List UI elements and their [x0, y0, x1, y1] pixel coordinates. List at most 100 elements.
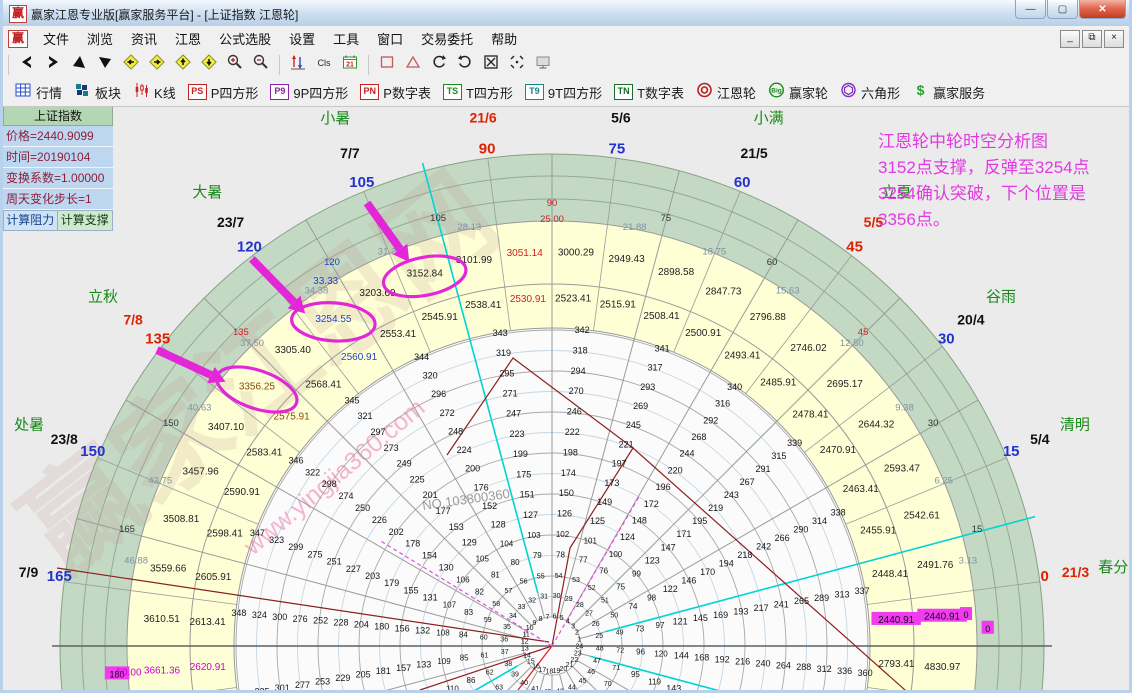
svg-text:168: 168 [694, 652, 709, 662]
svg-text:195: 195 [692, 516, 707, 526]
svg-text:50: 50 [610, 613, 618, 620]
title-bar[interactable]: 赢 赢家江恩专业版[赢家服务平台] - [上证指数 江恩轮] — ▢ ✕ [0, 0, 1132, 27]
svg-text:3305.40: 3305.40 [275, 345, 312, 356]
calc-resistance-button[interactable]: 计算阻力 [3, 210, 58, 231]
view-button-P四方形[interactable]: PSP四方形 [188, 80, 259, 104]
svg-text:222: 222 [565, 427, 580, 437]
triangle-up-button[interactable] [67, 54, 91, 76]
view-button-P数字表[interactable]: PNP数字表 [360, 80, 431, 104]
svg-text:71: 71 [612, 665, 620, 672]
diamond-arrow-left-button[interactable] [119, 54, 143, 76]
cls-button[interactable]: Cls [312, 54, 336, 76]
toolbar-separator [8, 55, 9, 75]
display-button[interactable] [531, 54, 555, 76]
view-button-板块[interactable]: 板块 [74, 80, 121, 104]
svg-text:7/8: 7/8 [123, 312, 143, 328]
svg-text:43.75: 43.75 [148, 476, 172, 487]
menu-item-8[interactable]: 交易委托 [412, 26, 482, 51]
menu-item-2[interactable]: 资讯 [122, 26, 166, 51]
svg-text:193: 193 [733, 606, 748, 616]
svg-text:292: 292 [703, 415, 718, 425]
view-button-T四方形[interactable]: TST四方形 [443, 80, 513, 104]
rotate-ccw-button[interactable] [427, 54, 451, 76]
mdi-controls: _ ⧉ × [1060, 30, 1124, 48]
svg-text:316: 316 [715, 399, 730, 409]
svg-text:273: 273 [384, 443, 399, 453]
svg-text:2695.17: 2695.17 [827, 379, 864, 390]
zoom-in-button[interactable] [223, 54, 247, 76]
fit-screen-button[interactable] [505, 54, 529, 76]
svg-text:220: 220 [668, 465, 683, 475]
svg-text:3661.36: 3661.36 [144, 665, 181, 676]
diamond-arrow-up-button[interactable] [171, 54, 195, 76]
svg-text:31: 31 [540, 594, 548, 601]
menu-item-5[interactable]: 设置 [280, 26, 324, 51]
svg-text:226: 226 [372, 515, 387, 525]
view-button-江恩轮[interactable]: 江恩轮 [696, 80, 756, 104]
svg-text:27: 27 [585, 611, 593, 618]
svg-text:133: 133 [416, 660, 431, 670]
svg-text:277: 277 [295, 680, 310, 690]
svg-text:347: 347 [250, 528, 265, 538]
menu-item-0[interactable]: 文件 [34, 26, 78, 51]
svg-text:2568.41: 2568.41 [305, 380, 342, 391]
triangle-down-button[interactable] [93, 54, 117, 76]
arrow-left-button[interactable] [15, 54, 39, 76]
svg-text:3559.66: 3559.66 [150, 563, 187, 574]
svg-text:265: 265 [794, 596, 809, 606]
mdi-restore-button[interactable]: ⧉ [1082, 30, 1102, 48]
zoom-out-button[interactable] [249, 54, 273, 76]
view-button-六角形[interactable]: 六角形 [840, 80, 900, 104]
svg-text:228: 228 [333, 618, 348, 628]
triangle-tool-button[interactable] [401, 54, 425, 76]
svg-text:12: 12 [521, 638, 529, 645]
diamond-arrow-down-button[interactable] [197, 54, 221, 76]
view-button-9T四方形[interactable]: T99T四方形 [525, 80, 602, 104]
diamond-arrow-right-button[interactable] [145, 54, 169, 76]
menu-item-1[interactable]: 浏览 [78, 26, 122, 51]
view-button-T数字表[interactable]: TNT数字表 [614, 80, 684, 104]
svg-text:243: 243 [724, 490, 739, 500]
svg-text:175: 175 [516, 469, 531, 479]
svg-text:299: 299 [288, 542, 303, 552]
svg-text:23/8: 23/8 [51, 431, 78, 447]
calc-support-button[interactable]: 计算支撑 [58, 210, 113, 231]
svg-text:199: 199 [513, 449, 528, 459]
svg-text:338: 338 [831, 508, 846, 518]
view-button-9P四方形[interactable]: P99P四方形 [270, 80, 348, 104]
calendar-button[interactable]: 21 [338, 54, 362, 76]
menu-item-3[interactable]: 江恩 [166, 26, 210, 51]
svg-text:2440.91: 2440.91 [878, 615, 915, 626]
mdi-close-button[interactable]: × [1104, 30, 1124, 48]
svg-text:63: 63 [495, 685, 503, 690]
view-button-赢家服务[interactable]: $赢家服务 [912, 80, 985, 104]
arrow-right-button[interactable] [41, 54, 65, 76]
menu-item-9[interactable]: 帮助 [482, 26, 526, 51]
svg-text:21.88: 21.88 [623, 222, 647, 233]
menu-item-7[interactable]: 窗口 [368, 26, 412, 51]
view-button-K线[interactable]: K线 [133, 80, 176, 104]
svg-text:37: 37 [501, 649, 509, 656]
rotate-cw-button[interactable] [453, 54, 477, 76]
svg-text:322: 322 [305, 467, 320, 477]
quote-field-3: 周天变化步长=1 [3, 189, 113, 210]
svg-text:2470.91: 2470.91 [820, 445, 857, 456]
minimize-button[interactable]: — [1015, 0, 1046, 19]
x-box-button[interactable] [479, 54, 503, 76]
menu-item-6[interactable]: 工具 [324, 26, 368, 51]
svg-text:3000.29: 3000.29 [558, 248, 595, 259]
mdi-minimize-button[interactable]: _ [1060, 30, 1080, 48]
menu-item-4[interactable]: 公式选股 [210, 26, 280, 51]
close-button[interactable]: ✕ [1079, 0, 1126, 19]
view-button-赢家轮[interactable]: Big赢家轮 [768, 80, 828, 104]
svg-text:268: 268 [691, 432, 706, 442]
view-button-行情[interactable]: 行情 [15, 80, 62, 104]
square-tool-button[interactable] [375, 54, 399, 76]
maximize-button[interactable]: ▢ [1047, 0, 1078, 19]
svg-text:240: 240 [755, 658, 770, 668]
svg-text:120: 120 [237, 239, 262, 256]
svg-text:246: 246 [567, 407, 582, 417]
svg-text:34: 34 [509, 613, 517, 620]
axis-updown-button[interactable] [286, 54, 310, 76]
svg-text:2530.91: 2530.91 [510, 294, 547, 305]
